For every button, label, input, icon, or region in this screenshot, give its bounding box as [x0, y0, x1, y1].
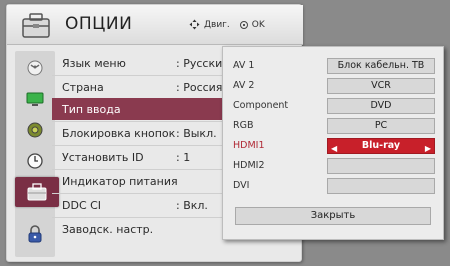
- menu-item-label: DDC CI: [62, 198, 102, 212]
- input-row-av1[interactable]: AV 1 Блок кабельн. ТВ: [223, 57, 445, 75]
- input-source-label: Component: [233, 100, 289, 111]
- satellite-dish-icon: [27, 60, 43, 76]
- dpad-arrows-icon: [189, 19, 200, 30]
- menu-item-label: Тип ввода: [62, 102, 121, 116]
- input-device-selector[interactable]: ◀ Blu-ray ▶: [327, 138, 435, 154]
- input-source-label: HDMI1: [233, 140, 265, 151]
- menu-item-label: Язык меню: [62, 56, 126, 70]
- input-source-label: AV 2: [233, 80, 255, 91]
- input-device-field[interactable]: [327, 178, 435, 194]
- nav-hint-move-label: Двиг.: [204, 19, 230, 30]
- options-icon: [27, 183, 47, 201]
- close-button[interactable]: Закрыть: [235, 207, 431, 225]
- arrow-left-icon[interactable]: ◀: [331, 142, 337, 156]
- input-row-hdmi1[interactable]: HDMI1 ◀ Blu-ray ▶: [223, 137, 445, 155]
- speaker-icon: [27, 122, 43, 138]
- menu-item-label: Индикатор питания: [62, 174, 178, 188]
- menu-item-value: : Россия: [176, 80, 223, 94]
- input-type-popup: AV 1 Блок кабельн. ТВ AV 2 VCR Component…: [222, 46, 444, 240]
- monitor-icon: [26, 92, 44, 106]
- sidebar-item-channels[interactable]: [18, 57, 52, 79]
- tv-osd-screen: ОПЦИИ Двиг. OK Язык меню: Русский Стран…: [0, 0, 450, 266]
- nav-hint-ok-label: OK: [251, 19, 265, 30]
- toolbox-icon: [22, 13, 50, 38]
- sidebar-item-audio[interactable]: [18, 119, 52, 141]
- menu-item-value: : Выкл.: [176, 126, 217, 140]
- menu-item-label: Страна: [62, 80, 104, 94]
- sidebar-item-picture[interactable]: [18, 88, 52, 110]
- input-row-dvi[interactable]: DVI: [223, 177, 445, 195]
- category-sidebar: [15, 51, 59, 257]
- menu-item-value: : Вкл.: [176, 198, 208, 212]
- menu-item-value: : 1: [176, 150, 191, 164]
- ok-button-icon: [239, 20, 248, 29]
- input-device-field[interactable]: [327, 158, 435, 174]
- panel-header: ОПЦИИ Двиг. OK: [7, 5, 303, 45]
- input-source-label: RGB: [233, 120, 254, 131]
- sidebar-item-time[interactable]: [18, 150, 52, 172]
- input-row-av2[interactable]: AV 2 VCR: [223, 77, 445, 95]
- input-source-label: HDMI2: [233, 160, 265, 171]
- clock-icon: [27, 153, 43, 169]
- input-row-rgb[interactable]: RGB PC: [223, 117, 445, 135]
- menu-item-label: Заводск. настр.: [62, 222, 154, 236]
- input-source-label: AV 1: [233, 60, 255, 71]
- input-row-hdmi2[interactable]: HDMI2: [223, 157, 445, 175]
- input-device-field[interactable]: DVD: [327, 98, 435, 114]
- nav-hint: Двиг. OK: [189, 19, 265, 30]
- input-device-field[interactable]: VCR: [327, 78, 435, 94]
- input-device-value: Blu-ray: [361, 140, 401, 151]
- page-title: ОПЦИИ: [65, 14, 133, 34]
- sidebar-item-lock[interactable]: [18, 223, 52, 245]
- input-device-field[interactable]: Блок кабельн. ТВ: [327, 58, 435, 74]
- lock-icon: [28, 225, 42, 243]
- menu-item-label: Блокировка кнопок: [62, 126, 176, 140]
- arrow-right-icon[interactable]: ▶: [425, 142, 431, 156]
- input-device-field[interactable]: PC: [327, 118, 435, 134]
- menu-item-label: Установить ID: [62, 150, 144, 164]
- input-source-label: DVI: [233, 180, 250, 191]
- input-row-component[interactable]: Component DVD: [223, 97, 445, 115]
